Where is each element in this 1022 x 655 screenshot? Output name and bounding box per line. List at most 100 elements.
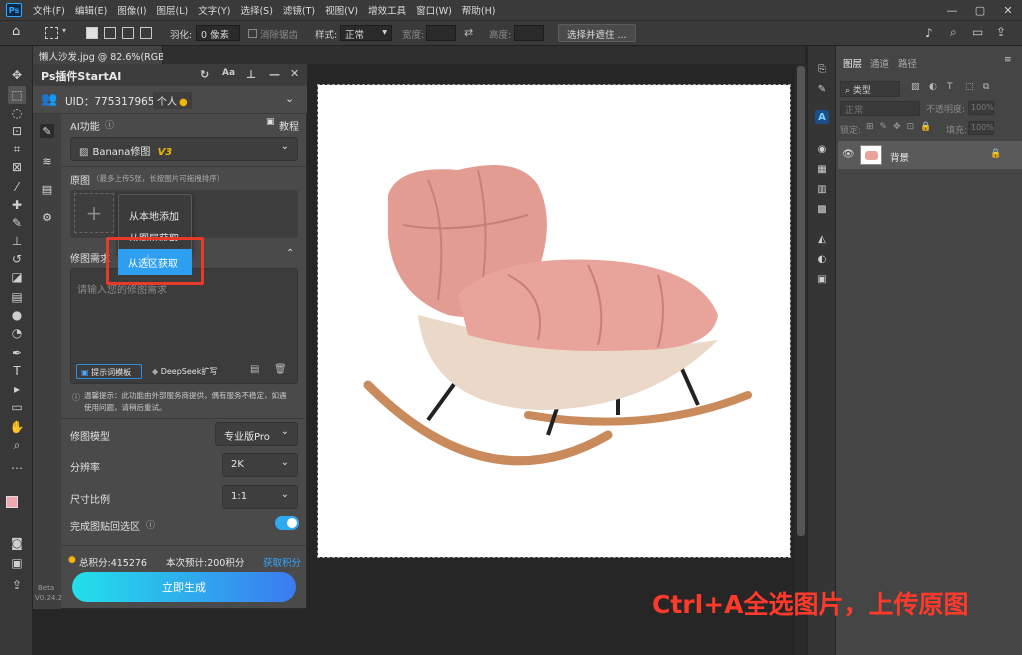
chevron-down-icon[interactable]: ▾ bbox=[62, 26, 66, 35]
menu-view[interactable]: 视图(V) bbox=[320, 3, 363, 17]
workspace-icon[interactable]: ▭ bbox=[972, 25, 983, 39]
refresh-icon[interactable]: ↻ bbox=[200, 68, 209, 81]
stamp-tool-icon[interactable]: ⊥ bbox=[8, 232, 26, 250]
opacity-input[interactable]: 100% bbox=[968, 101, 994, 115]
maximize-button[interactable]: ▢ bbox=[966, 0, 994, 20]
color-panel-icon[interactable]: ◉ bbox=[815, 142, 829, 156]
tab-paths[interactable]: 路径 bbox=[898, 56, 917, 70]
trash-icon[interactable]: 🗑 bbox=[274, 364, 287, 375]
dropdown-item-local[interactable]: 从本地添加 bbox=[119, 205, 193, 225]
edit-icon[interactable]: ✎ bbox=[40, 124, 54, 138]
prompt-template-button[interactable]: ▣ 提示词模板 bbox=[76, 364, 142, 379]
generate-button[interactable]: 立即生成 bbox=[72, 572, 296, 602]
get-points-link[interactable]: 获取积分 bbox=[263, 555, 301, 569]
document-canvas[interactable] bbox=[317, 84, 791, 558]
brush-tool-icon[interactable]: ✎ bbox=[8, 214, 26, 232]
intersect-selection-icon[interactable] bbox=[140, 27, 152, 39]
screen-mode-icon[interactable]: ▣ bbox=[8, 554, 26, 572]
menu-window[interactable]: 窗口(W) bbox=[411, 3, 457, 17]
document-icon[interactable]: ▤ bbox=[40, 182, 54, 196]
pen-tool-icon[interactable]: ✒ bbox=[8, 344, 26, 362]
document-tab[interactable]: 懒人沙发.jpg @ 82.6%(RGB/8) ✕ bbox=[33, 46, 193, 64]
chevron-up-icon[interactable]: ⌃ bbox=[286, 248, 294, 259]
book-icon[interactable]: ▣ bbox=[266, 117, 275, 127]
menu-image[interactable]: 图像(I) bbox=[112, 3, 151, 17]
subtract-selection-icon[interactable] bbox=[122, 27, 134, 39]
filter-type-icon[interactable]: T bbox=[947, 82, 953, 92]
canvas-scrollbar-thumb[interactable] bbox=[797, 66, 805, 536]
patterns-panel-icon[interactable]: ▩ bbox=[815, 202, 829, 216]
visibility-eye-icon[interactable]: 👁 bbox=[842, 149, 855, 160]
blend-mode-select[interactable]: 正常 bbox=[840, 101, 920, 116]
search-icon[interactable]: ⌕ bbox=[950, 25, 957, 40]
shape-tool-icon[interactable]: ▭ bbox=[8, 398, 26, 416]
minimize-panel-icon[interactable]: — bbox=[269, 68, 280, 81]
info-icon[interactable]: ⓘ bbox=[105, 118, 114, 131]
swatches-panel-icon[interactable]: ▦ bbox=[815, 162, 829, 176]
menu-layer[interactable]: 图层(L) bbox=[152, 3, 194, 17]
gradient-panel-icon[interactable]: ▥ bbox=[815, 182, 829, 196]
filter-adjust-icon[interactable]: ◐ bbox=[929, 82, 937, 92]
settings-icon[interactable]: ⚙ bbox=[40, 210, 54, 224]
new-selection-icon[interactable] bbox=[86, 27, 98, 39]
zoom-tool-icon[interactable]: ⌕ bbox=[8, 436, 26, 454]
startai-plugin-icon[interactable]: A bbox=[815, 110, 829, 124]
info-icon[interactable]: ⓘ bbox=[146, 518, 155, 531]
tab-channels[interactable]: 通道 bbox=[870, 56, 889, 70]
filter-shape-icon[interactable]: ⬚ bbox=[965, 82, 974, 92]
antialias-checkbox[interactable] bbox=[248, 29, 257, 38]
blur-tool-icon[interactable]: ● bbox=[8, 306, 26, 324]
share-icon[interactable]: ⇪ bbox=[996, 25, 1006, 39]
layer-filter-select[interactable]: ⌕ 类型 bbox=[840, 81, 900, 97]
menu-type[interactable]: 文字(Y) bbox=[193, 3, 235, 17]
style-select[interactable]: 正常 ▾ bbox=[340, 25, 392, 41]
model-select[interactable]: 专业版Pro ⌄ bbox=[215, 422, 298, 446]
deepseek-expand-button[interactable]: ◆ DeepSeek扩写 bbox=[152, 366, 217, 377]
height-input[interactable] bbox=[514, 25, 544, 41]
marquee-tool-icon[interactable]: ⬚ bbox=[8, 86, 26, 104]
tab-layers[interactable]: 图层 bbox=[843, 56, 862, 70]
dodge-tool-icon[interactable]: ◔ bbox=[8, 324, 26, 342]
add-image-icon[interactable]: + bbox=[74, 193, 114, 233]
ratio-select[interactable]: 1:1 ⌄ bbox=[222, 485, 298, 509]
brush-panel-icon[interactable]: ✎ bbox=[815, 82, 829, 96]
menu-select[interactable]: 选择(S) bbox=[235, 3, 277, 17]
more-tools-icon[interactable]: … bbox=[8, 456, 26, 474]
libraries-panel-icon[interactable]: ▣ bbox=[815, 272, 829, 286]
filter-pixel-icon[interactable]: ▨ bbox=[911, 82, 920, 92]
foreground-color-swatch[interactable] bbox=[6, 496, 18, 508]
gradient-tool-icon[interactable]: ▤ bbox=[8, 288, 26, 306]
layers-icon[interactable]: ≋ bbox=[40, 154, 54, 168]
select-and-mask-button[interactable]: 选择并遮住 ... bbox=[558, 24, 636, 42]
filter-smart-icon[interactable]: ⧉ bbox=[983, 82, 989, 92]
menu-file[interactable]: 文件(F) bbox=[28, 3, 70, 17]
panel-menu-icon[interactable]: ≡ bbox=[1004, 55, 1012, 65]
lock-options-icon[interactable]: ⊞✎✥⊡🔒 bbox=[866, 122, 937, 132]
fill-input[interactable]: 100% bbox=[968, 121, 994, 135]
close-window-button[interactable]: ✕ bbox=[994, 0, 1022, 20]
history-icon[interactable]: ▤ bbox=[250, 364, 259, 375]
close-panel-icon[interactable]: ✕ bbox=[290, 67, 299, 80]
crop-tool-icon[interactable]: ⌗ bbox=[8, 140, 26, 158]
home-icon[interactable]: ⌂ bbox=[12, 24, 20, 39]
share-icon[interactable]: ⇪ bbox=[8, 576, 26, 594]
lasso-tool-icon[interactable]: ◌ bbox=[8, 104, 26, 122]
history-panel-icon[interactable]: ⎘ bbox=[815, 62, 829, 76]
move-tool-icon[interactable]: ✥ bbox=[8, 66, 26, 84]
menu-edit[interactable]: 编辑(E) bbox=[70, 3, 112, 17]
quick-mask-icon[interactable]: ◙ bbox=[8, 534, 26, 552]
type-tool-icon[interactable]: T bbox=[8, 362, 26, 380]
swap-icon[interactable]: ⇄ bbox=[464, 26, 473, 39]
font-size-icon[interactable]: Aa bbox=[222, 68, 235, 78]
chevron-down-icon[interactable]: ⌄ bbox=[285, 92, 294, 105]
bell-icon[interactable]: ♪ bbox=[925, 26, 933, 40]
hand-tool-icon[interactable]: ✋ bbox=[8, 418, 26, 436]
eyedropper-icon[interactable]: ⁄ bbox=[8, 178, 26, 196]
tutorial-link[interactable]: 教程 bbox=[279, 118, 299, 133]
resolution-select[interactable]: 2K ⌄ bbox=[222, 453, 298, 477]
minimize-button[interactable]: — bbox=[938, 0, 966, 20]
menu-plugins[interactable]: 增效工具 bbox=[363, 3, 411, 17]
adjustments-panel-icon[interactable]: ◭ bbox=[815, 232, 829, 246]
healing-brush-icon[interactable]: ✚ bbox=[8, 196, 26, 214]
frame-tool-icon[interactable]: ⊠ bbox=[8, 158, 26, 176]
